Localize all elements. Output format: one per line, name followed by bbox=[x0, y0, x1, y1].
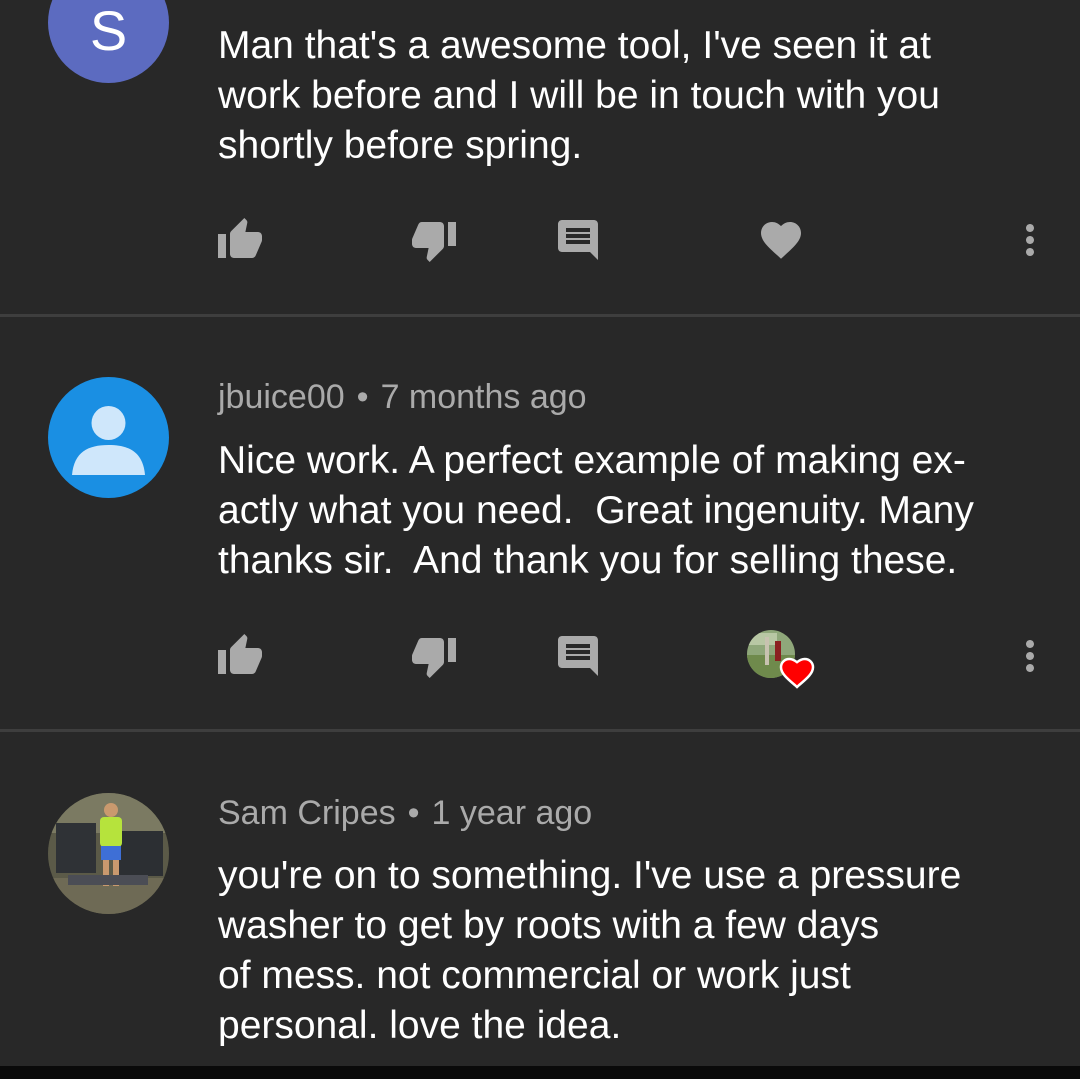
more-vert-icon bbox=[1026, 224, 1034, 256]
comment-actions bbox=[0, 626, 1080, 689]
thumb-down-icon bbox=[412, 638, 456, 678]
reply-button[interactable] bbox=[548, 626, 608, 686]
thumb-down-icon bbox=[412, 222, 456, 262]
comment-icon bbox=[558, 636, 598, 676]
avatar[interactable] bbox=[48, 377, 169, 498]
avatar[interactable]: S bbox=[48, 0, 169, 83]
thumb-up-icon bbox=[218, 634, 262, 674]
heart-icon bbox=[761, 222, 801, 259]
user-photo-icon bbox=[48, 793, 169, 914]
comment-time[interactable]: 1 year ago bbox=[432, 794, 593, 832]
author-name[interactable]: Sam Cripes bbox=[218, 794, 396, 832]
meta-separator: • bbox=[407, 794, 420, 832]
navigation-bar bbox=[0, 1066, 1080, 1079]
comment-meta: jbuice00 • 7 months ago bbox=[218, 378, 587, 417]
default-user-icon bbox=[72, 406, 145, 475]
comment-time[interactable]: 7 months ago bbox=[381, 378, 587, 416]
reply-button[interactable] bbox=[548, 210, 608, 270]
meta-separator: • bbox=[356, 378, 369, 416]
comment-text: you're on to something. I've use a press… bbox=[218, 854, 962, 1047]
comment-text: Man that's a awesome tool, I've seen it … bbox=[218, 24, 940, 167]
thumb-up-icon bbox=[218, 218, 262, 258]
comment-meta: Sam Cripes • 1 year ago bbox=[218, 794, 592, 833]
dislike-button[interactable] bbox=[404, 626, 464, 686]
divider bbox=[0, 729, 1080, 732]
like-button[interactable] bbox=[210, 626, 270, 686]
comment-actions bbox=[0, 210, 1080, 270]
comment-menu-button[interactable] bbox=[1000, 626, 1060, 686]
creator-heart-button[interactable] bbox=[745, 626, 825, 689]
avatar-letter: S bbox=[89, 0, 128, 62]
divider bbox=[0, 314, 1080, 317]
creator-hearted-icon bbox=[747, 630, 815, 689]
avatar[interactable] bbox=[48, 793, 169, 914]
more-vert-icon bbox=[1026, 640, 1034, 672]
comment-icon bbox=[558, 220, 598, 260]
comment-text: Nice work. A perfect example of making e… bbox=[218, 439, 974, 582]
dislike-button[interactable] bbox=[404, 210, 464, 270]
comment-menu-button[interactable] bbox=[1000, 210, 1060, 270]
like-button[interactable] bbox=[210, 210, 270, 270]
heart-button[interactable] bbox=[751, 210, 811, 270]
author-name[interactable]: jbuice00 bbox=[218, 378, 345, 416]
